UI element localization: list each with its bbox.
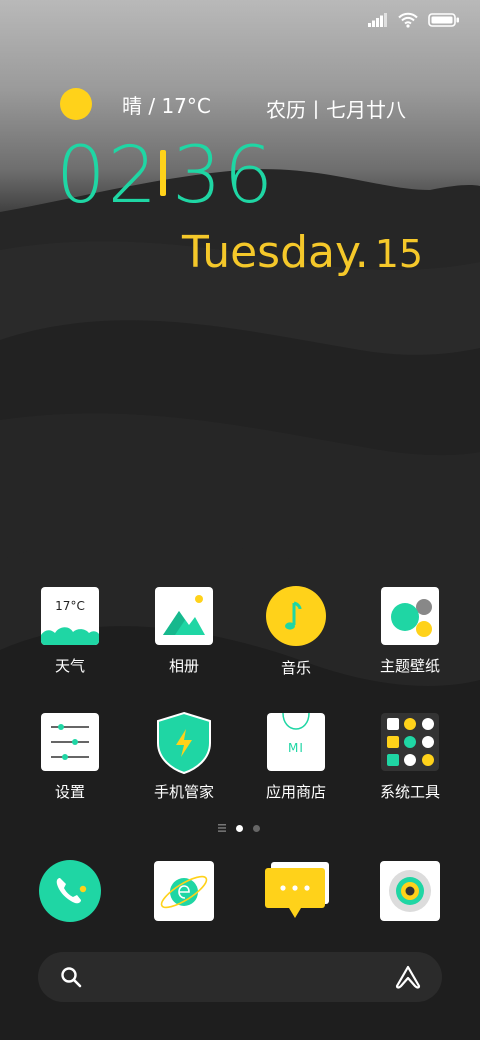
page-dot-active (236, 824, 243, 832)
app-themes[interactable]: 主题壁纸 (360, 587, 460, 676)
app-label-settings: 设置 (54, 783, 85, 801)
app-settings[interactable]: 设置 (20, 713, 120, 802)
gallery-icon (155, 587, 213, 645)
app-music[interactable]: 音乐 (246, 586, 346, 678)
dock-phone[interactable] (39, 860, 101, 922)
search-icon (61, 967, 82, 988)
app-label-gallery: 相册 (168, 657, 199, 675)
settings-icon (41, 713, 99, 771)
assistant-icon[interactable] (394, 964, 422, 990)
home-screen: 晴 / 17°C 农历丨七月廿八 02 36 Tuesday. 15 17°C 天… (0, 0, 480, 1040)
page-indicator[interactable] (218, 824, 260, 832)
dock-camera[interactable] (379, 860, 441, 922)
battery-icon (428, 13, 459, 27)
date-line: Tuesday. 15 (182, 228, 423, 279)
clock-separator (160, 150, 166, 196)
music-icon (266, 586, 326, 646)
weekday: Tuesday. (182, 227, 369, 278)
app-tools-folder[interactable]: 系统工具 (360, 713, 460, 802)
weather-app-temp: 17°C (55, 599, 85, 613)
dock-messages[interactable] (265, 860, 329, 922)
app-security[interactable]: 手机管家 (134, 711, 234, 802)
shield-icon (157, 711, 211, 775)
app-store[interactable]: MI 应用商店 (246, 713, 346, 802)
app-store-mark: MI (288, 741, 304, 755)
phone-icon (39, 860, 101, 922)
wifi-icon (398, 12, 418, 28)
dock-browser[interactable] (153, 860, 215, 922)
themes-icon (381, 587, 439, 645)
weather-widget[interactable]: 晴 / 17°C (56, 84, 211, 124)
app-store-icon: MI (267, 713, 325, 771)
signal-icon (368, 13, 387, 27)
app-label-weather: 天气 (54, 657, 85, 675)
clock-minutes: 36 (172, 131, 276, 221)
app-label-store: 应用商店 (265, 783, 326, 801)
app-label-music: 音乐 (280, 659, 311, 677)
app-gallery[interactable]: 相册 (134, 587, 234, 676)
weather-text: 晴 / 17°C (122, 93, 211, 118)
app-label-security: 手机管家 (153, 783, 214, 801)
page-dot (253, 824, 260, 832)
clock-hours: 02 (56, 131, 160, 221)
browser-icon (154, 861, 214, 921)
app-label-tools: 系统工具 (379, 783, 440, 801)
search-bar[interactable] (38, 952, 442, 1002)
weather-app-icon: 17°C (41, 587, 99, 645)
app-label-themes: 主题壁纸 (379, 657, 440, 675)
lunar-date: 农历丨七月廿八 (266, 98, 406, 122)
messages-icon (265, 862, 329, 918)
date-number: 15 (374, 232, 424, 276)
app-weather[interactable]: 17°C 天气 (20, 587, 120, 676)
sun-icon (60, 88, 92, 120)
clock-widget[interactable]: 02 36 (56, 136, 276, 216)
tools-folder-icon (381, 713, 439, 771)
status-bar (368, 10, 460, 30)
page-list-icon (218, 824, 226, 832)
camera-icon (380, 861, 440, 921)
